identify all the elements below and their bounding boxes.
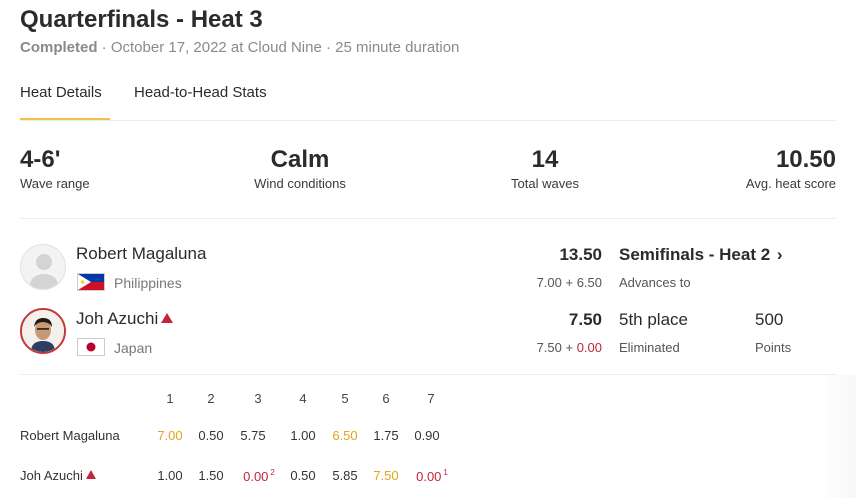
wave-score[interactable]: 7.00 bbox=[150, 428, 190, 443]
wave-score-interference[interactable]: 0.00 1 bbox=[409, 468, 455, 484]
stat-label: Avg. heat score bbox=[745, 176, 836, 191]
wave-header: 1 bbox=[166, 391, 174, 406]
surfer-row[interactable]: Joh Azuchi Japan 7.50 7.50 + 0.00 5th pl… bbox=[20, 308, 836, 360]
wave-score[interactable]: 1.00 bbox=[283, 428, 323, 443]
stat-value: 10.50 bbox=[775, 146, 836, 173]
best-waves-sum: 7.50 + 0.00 bbox=[502, 340, 602, 355]
wave-score[interactable]: 5.85 bbox=[325, 468, 365, 483]
chevron-right-icon: › bbox=[776, 245, 783, 264]
section-divider bbox=[20, 374, 836, 375]
next-heat-link[interactable]: Semifinals - Heat 2 › bbox=[619, 245, 783, 265]
interference-note: 2 bbox=[270, 468, 275, 477]
wave-score-interference[interactable]: 0.00 2 bbox=[236, 468, 282, 484]
best-wave-1: 7.50 + bbox=[536, 340, 577, 355]
wave-header: 2 bbox=[207, 391, 215, 406]
page-title: Quarterfinals - Heat 3 bbox=[20, 6, 263, 33]
points-label: Points bbox=[755, 340, 792, 355]
wave-score[interactable]: 1.50 bbox=[191, 468, 231, 483]
wave-score[interactable]: 1.75 bbox=[366, 428, 406, 443]
wave-row-name-group: Joh Azuchi bbox=[20, 468, 96, 483]
wave-header: 6 bbox=[382, 391, 390, 406]
priority-triangle-icon bbox=[85, 470, 96, 479]
wave-score: 0.00 bbox=[243, 469, 269, 484]
surfer-country: Philippines bbox=[114, 275, 182, 291]
heat-details: · October 17, 2022 at Cloud Nine · 25 mi… bbox=[97, 39, 460, 56]
surfer-name-group[interactable]: Joh Azuchi bbox=[76, 309, 174, 329]
wave-header: 7 bbox=[427, 391, 435, 406]
wave-header: 5 bbox=[341, 391, 349, 406]
stat-label: Total waves bbox=[511, 176, 579, 191]
wave-score: 0.00 bbox=[416, 469, 442, 484]
wave-score[interactable]: 0.50 bbox=[191, 428, 231, 443]
next-heat-label: Semifinals - Heat 2 bbox=[619, 245, 771, 264]
wave-score[interactable]: 0.50 bbox=[283, 468, 323, 483]
wave-score[interactable]: 0.90 bbox=[407, 428, 447, 443]
best-wave-2: 0.00 bbox=[576, 340, 602, 355]
heat-subtitle: Completed · October 17, 2022 at Cloud Ni… bbox=[20, 39, 459, 56]
surfer-photo bbox=[22, 310, 64, 352]
section-divider bbox=[20, 218, 836, 219]
philippines-flag-icon bbox=[77, 273, 105, 291]
tab-heat-details[interactable]: Heat Details bbox=[20, 84, 110, 120]
stat-value: Calm bbox=[270, 146, 330, 173]
wave-score[interactable]: 5.75 bbox=[233, 428, 273, 443]
stat-avg-heat-score: 10.50 Avg. heat score bbox=[746, 146, 836, 191]
priority-triangle-icon bbox=[161, 313, 174, 323]
japan-flag-icon bbox=[77, 338, 105, 356]
stat-value: 4-6' bbox=[20, 146, 61, 173]
person-placeholder-icon bbox=[29, 254, 59, 289]
wave-score[interactable]: 7.50 bbox=[366, 468, 406, 483]
best-waves-sum: 7.00 + 6.50 bbox=[536, 275, 602, 290]
interference-note: 1 bbox=[443, 468, 448, 477]
stat-label: Wave range bbox=[20, 176, 90, 191]
final-placing: 5th place bbox=[619, 310, 688, 329]
avatar-placeholder bbox=[20, 244, 66, 290]
heat-total-score: 7.50 bbox=[568, 310, 602, 329]
result-caption: Eliminated bbox=[619, 340, 680, 355]
wave-row-name: Joh Azuchi bbox=[20, 468, 83, 483]
stat-value: 14 bbox=[531, 146, 559, 173]
result-caption: Advances to bbox=[619, 275, 691, 290]
scroll-fade bbox=[816, 375, 856, 498]
heat-total-score: 13.50 bbox=[559, 245, 602, 264]
surfer-name[interactable]: Robert Magaluna bbox=[76, 244, 206, 264]
wave-score[interactable]: 6.50 bbox=[325, 428, 365, 443]
stat-total-waves: 14 Total waves bbox=[505, 146, 585, 191]
wave-header: 4 bbox=[299, 391, 307, 406]
surfer-avatar bbox=[20, 308, 66, 354]
stat-wave-range: 4-6' Wave range bbox=[20, 146, 90, 191]
tab-bar: Heat Details Head-to-Head Stats bbox=[20, 84, 836, 121]
surfer-row[interactable]: Robert Magaluna Philippines 13.50 7.00 +… bbox=[20, 242, 836, 294]
wave-row-name: Robert Magaluna bbox=[20, 428, 120, 443]
tab-head-to-head-stats[interactable]: Head-to-Head Stats bbox=[134, 84, 267, 118]
heat-status: Completed bbox=[20, 39, 98, 56]
surfer-name: Joh Azuchi bbox=[76, 309, 159, 328]
wave-score[interactable]: 1.00 bbox=[150, 468, 190, 483]
stat-wind-conditions: Calm Wind conditions bbox=[250, 146, 350, 191]
wave-header: 3 bbox=[254, 391, 262, 406]
points-value: 500 bbox=[755, 310, 784, 329]
surfer-country: Japan bbox=[114, 340, 153, 356]
wave-scores-table: 1 2 3 4 5 6 7 Robert Magaluna 7.00 0.50 … bbox=[0, 390, 856, 498]
stat-label: Wind conditions bbox=[254, 176, 346, 191]
